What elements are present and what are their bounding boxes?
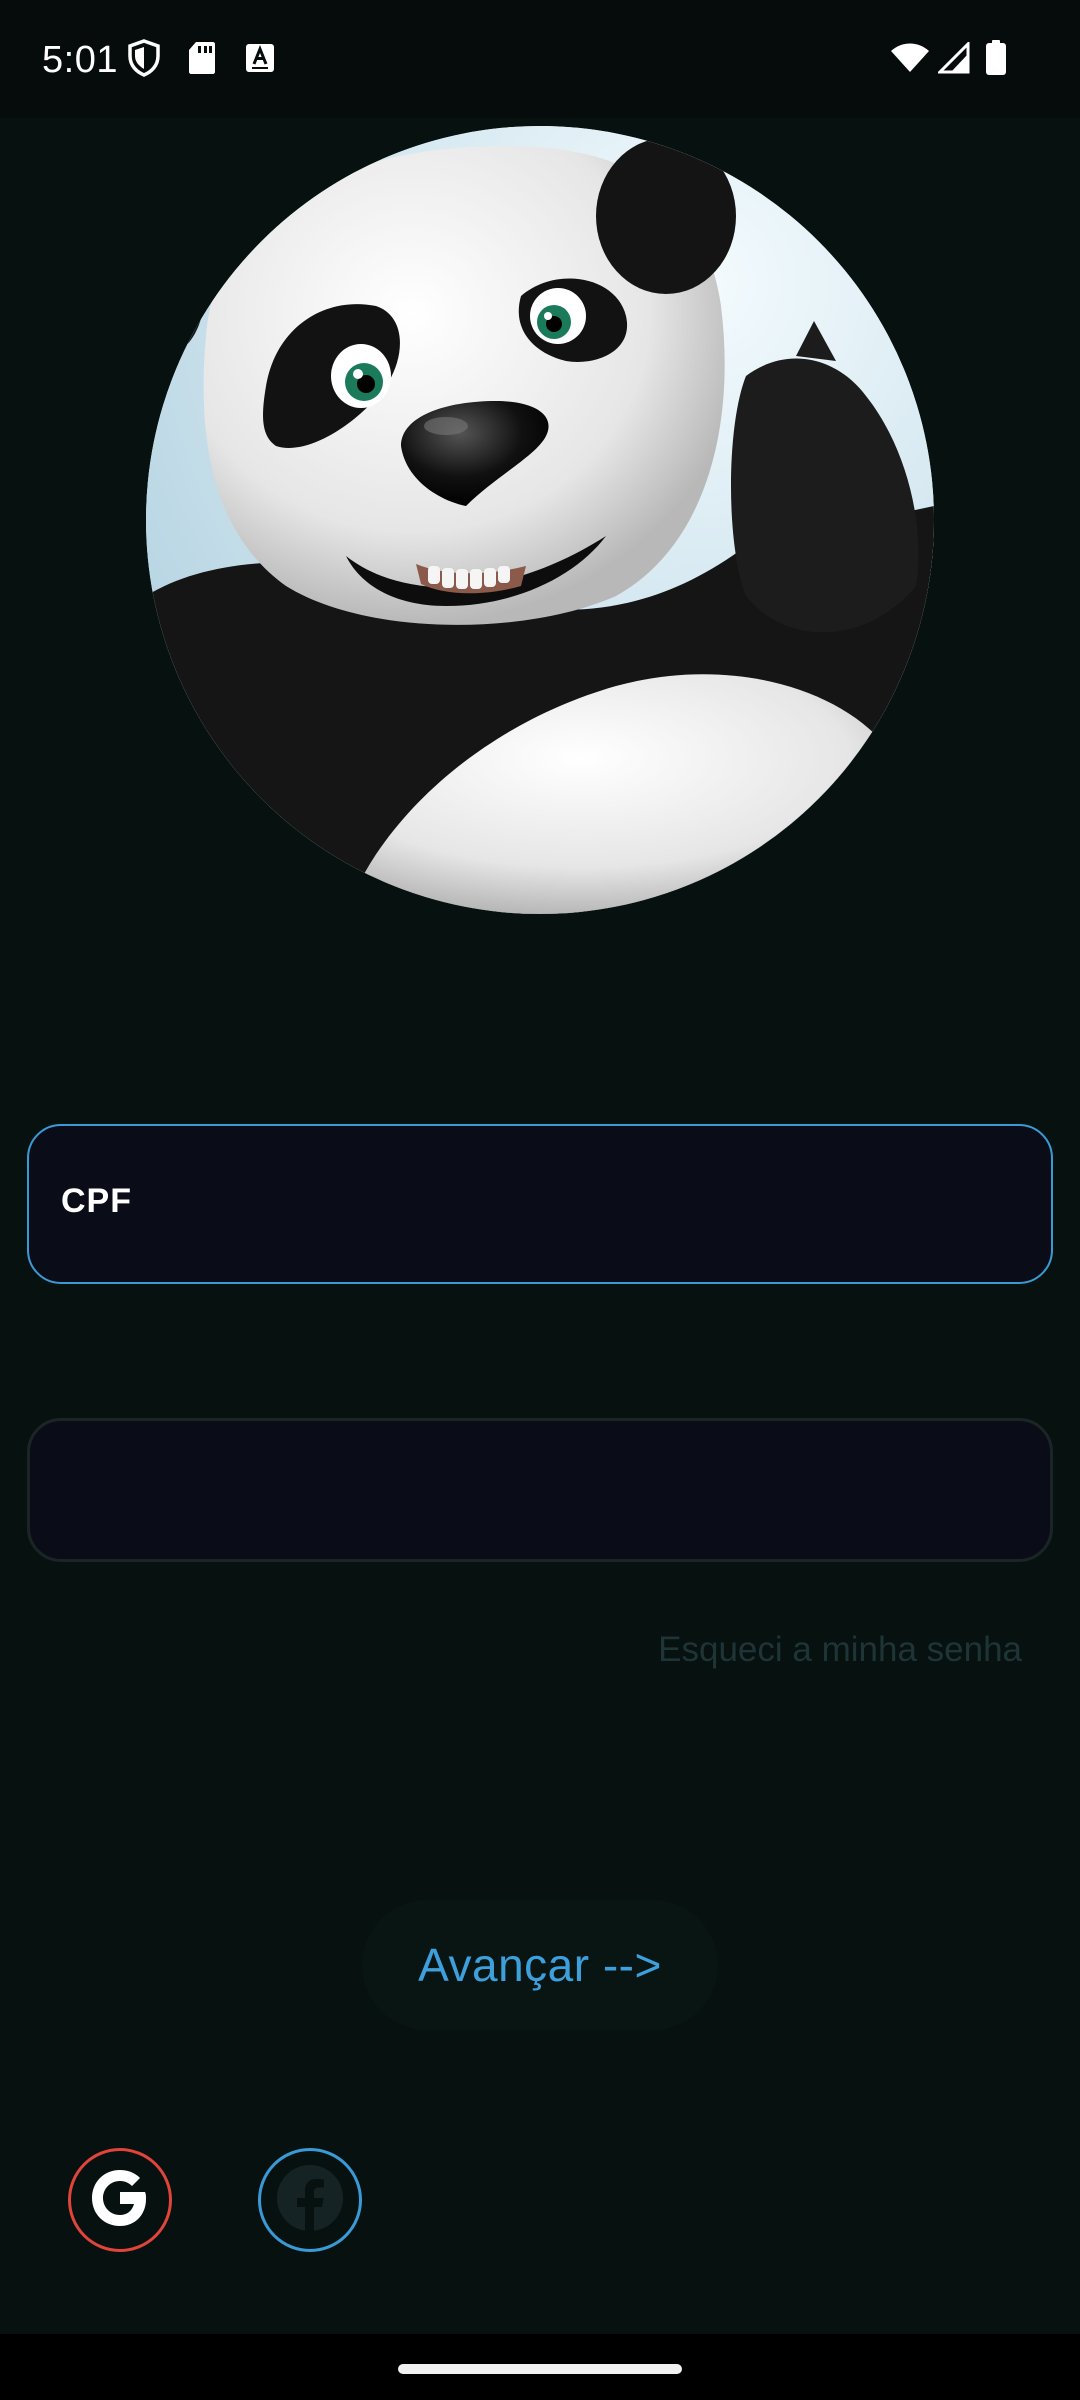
login-screen: 5:01 CPF Esqueci a minha senha Avançar -… [0, 0, 1080, 2400]
facebook-icon [275, 2163, 345, 2238]
battery-icon [976, 38, 1016, 78]
facebook-login-button[interactable] [258, 2148, 362, 2252]
google-icon [87, 2165, 153, 2236]
sd-card-icon [182, 38, 222, 78]
status-time: 5:01 [42, 39, 118, 81]
forgot-password-link[interactable]: Esqueci a minha senha [658, 1630, 1022, 1670]
shield-icon [124, 38, 164, 78]
home-indicator[interactable] [398, 2364, 682, 2374]
wifi-icon [888, 38, 932, 78]
next-button[interactable]: Avançar --> [362, 1900, 718, 2030]
font-a-icon [240, 38, 280, 78]
cpf-field[interactable]: CPF [27, 1124, 1053, 1284]
google-login-button[interactable] [68, 2148, 172, 2252]
password-field[interactable] [27, 1418, 1053, 1562]
status-bar: 5:01 [0, 0, 1080, 118]
signal-icon [934, 38, 974, 78]
cpf-label: CPF [61, 1182, 132, 1220]
panda-avatar [146, 126, 934, 914]
